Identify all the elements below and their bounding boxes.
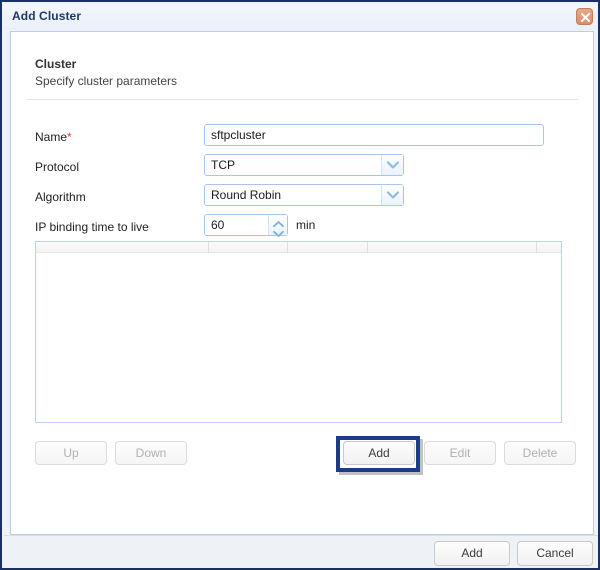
ip-binding-unit: min [296, 218, 315, 232]
delete-member-button[interactable]: Delete [504, 441, 576, 465]
chevron-down-icon[interactable] [381, 185, 403, 205]
table-body[interactable] [36, 254, 561, 422]
cluster-members-table[interactable] [35, 241, 562, 423]
dialog-title: Add Cluster [12, 9, 81, 23]
ip-binding-value: 60 [211, 218, 224, 232]
footer-add-button[interactable]: Add [434, 541, 510, 566]
dialog-titlebar: Add Cluster [4, 4, 600, 30]
name-input[interactable] [204, 124, 544, 146]
column-divider[interactable] [287, 242, 288, 253]
dialog-footer: Add Cancel [4, 535, 600, 570]
close-icon[interactable] [576, 8, 593, 25]
required-marker: * [67, 130, 72, 144]
protocol-select-value: TCP [211, 158, 235, 172]
section-subtitle: Specify cluster parameters [35, 74, 177, 88]
move-up-button[interactable]: Up [35, 441, 107, 465]
add-button-highlight-annotation [336, 436, 420, 472]
chevron-up-icon[interactable] [272, 216, 285, 225]
table-header-row [36, 242, 561, 253]
ip-binding-stepper[interactable]: 60 [204, 214, 288, 236]
chevron-down-glyph [272, 229, 285, 238]
protocol-label: Protocol [35, 160, 79, 174]
header-divider [27, 99, 578, 100]
chevron-down-icon[interactable] [272, 225, 285, 234]
move-down-button[interactable]: Down [115, 441, 187, 465]
add-cluster-dialog: Add Cluster Cluster Specify cluster para… [0, 0, 600, 570]
column-divider[interactable] [367, 242, 368, 253]
form-row-name: Name* [11, 124, 595, 154]
chevron-down-icon[interactable] [381, 155, 403, 175]
algorithm-select[interactable]: Round Robin [204, 184, 404, 206]
chevron-down-glyph [386, 160, 400, 170]
form-row-algorithm: Algorithm Round Robin [11, 184, 595, 214]
chevron-down-glyph [386, 190, 400, 200]
column-divider[interactable] [536, 242, 537, 253]
protocol-select[interactable]: TCP [204, 154, 404, 176]
name-label: Name* [35, 130, 72, 144]
algorithm-select-value: Round Robin [211, 188, 281, 202]
ip-binding-label: IP binding time to live [35, 220, 149, 234]
edit-member-button[interactable]: Edit [424, 441, 496, 465]
algorithm-label: Algorithm [35, 190, 86, 204]
footer-cancel-button[interactable]: Cancel [517, 541, 593, 566]
form-row-protocol: Protocol TCP [11, 154, 595, 184]
stepper-buttons[interactable] [268, 215, 287, 235]
column-divider[interactable] [208, 242, 209, 253]
dialog-content-panel: Cluster Specify cluster parameters Name*… [10, 31, 594, 535]
form-row-ip-binding: IP binding time to live 60 m [11, 214, 595, 244]
close-x-glyph [579, 11, 592, 24]
section-title: Cluster [35, 57, 76, 71]
